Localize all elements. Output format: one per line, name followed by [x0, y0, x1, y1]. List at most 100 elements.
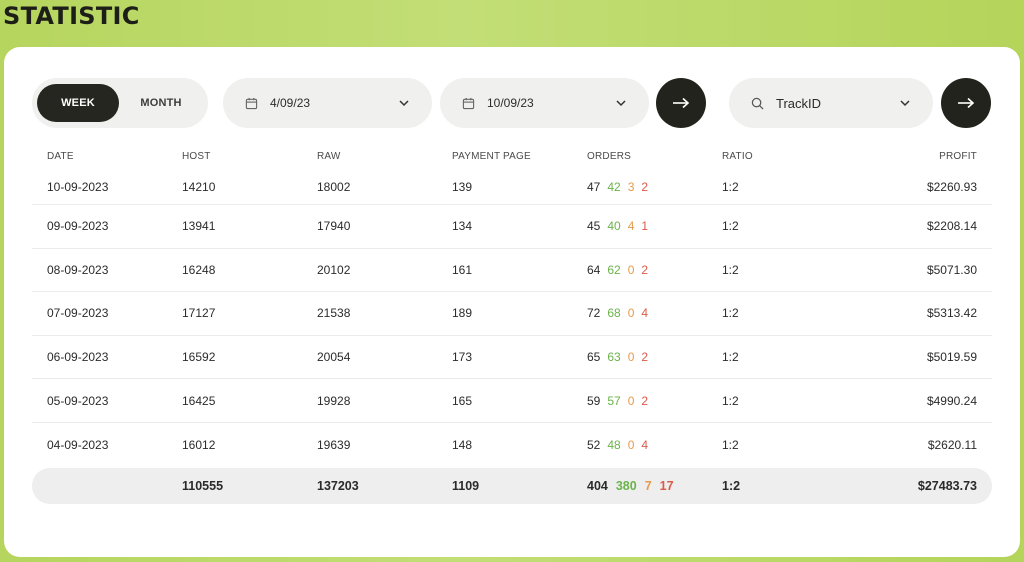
chevron-down-icon [899, 97, 911, 109]
orders-orange: 7 [644, 479, 652, 493]
cell-profit: $5019.59 [926, 350, 977, 365]
total-payment-page: 1109 [452, 479, 480, 493]
cell-host: 16592 [182, 350, 216, 365]
column-header-profit: PROFIT [939, 151, 977, 162]
cell-payment-page: 139 [452, 179, 473, 194]
cell-ratio: 1:2 [722, 262, 739, 277]
cell-profit: $5313.42 [926, 306, 977, 321]
chevron-down-icon [398, 97, 410, 109]
cell-ratio: 1:2 [722, 437, 739, 452]
month-button[interactable]: MONTH [119, 84, 203, 122]
chevron-down-icon [615, 97, 627, 109]
orders-orange: 4 [627, 219, 635, 234]
table-header: DATE HOST RAW PAYMENT PAGE ORDERS RATIO … [32, 151, 992, 169]
orders-green: 48 [607, 437, 621, 452]
orders-total: 404 [587, 479, 608, 493]
table-row: 05-09-2023 16425 19928 165 59 57 0 2 1:2 $4990.24 [32, 379, 992, 423]
search-icon [751, 97, 764, 110]
orders-orange: 0 [627, 306, 635, 321]
arrow-right-icon [957, 97, 975, 109]
total-ratio: 1:2 [722, 479, 741, 493]
cell-host: 16425 [182, 393, 216, 408]
cell-host: 16012 [182, 437, 216, 452]
week-button[interactable]: WEEK [37, 84, 119, 122]
orders-orange: 0 [627, 393, 635, 408]
total-profit: $27483.73 [917, 479, 977, 493]
period-toggle: WEEK MONTH [32, 78, 208, 128]
orders-red: 1 [641, 219, 649, 234]
orders-total: 52 [587, 437, 601, 452]
cell-orders: 64 62 0 2 [587, 249, 655, 292]
cell-orders: 59 57 0 2 [587, 379, 655, 422]
orders-orange: 0 [627, 262, 635, 277]
cell-profit: $2208.14 [926, 219, 977, 234]
apply-trackid-button[interactable] [941, 78, 991, 128]
cell-date: 10-09-2023 [47, 179, 109, 194]
total-raw: 137203 [317, 479, 359, 493]
cell-orders: 45 40 4 1 [587, 205, 655, 248]
cell-raw: 20102 [317, 262, 351, 277]
apply-date-button[interactable] [656, 78, 706, 128]
total-host: 110555 [182, 479, 224, 493]
orders-red: 2 [641, 350, 649, 365]
orders-total: 59 [587, 393, 601, 408]
totals-row: 110555 137203 1109 404 380 7 17 1:2 $274… [32, 468, 992, 504]
orders-total: 65 [587, 350, 601, 365]
cell-ratio: 1:2 [722, 350, 739, 365]
trackid-value: TrackID [776, 95, 822, 111]
orders-orange: 0 [627, 350, 635, 365]
page-title: STATISTIC [3, 2, 140, 30]
cell-date: 07-09-2023 [47, 306, 109, 321]
column-header-raw: RAW [317, 151, 341, 162]
cell-payment-page: 148 [452, 437, 473, 452]
cell-payment-page: 165 [452, 393, 473, 408]
cell-ratio: 1:2 [722, 393, 739, 408]
cell-payment-page: 134 [452, 219, 473, 234]
statistics-card: WEEK MONTH 4/09/23 10/09/23 TrackID DATE… [4, 47, 1020, 557]
cell-profit: $5071.30 [926, 262, 977, 277]
cell-date: 04-09-2023 [47, 437, 109, 452]
orders-green: 63 [607, 350, 621, 365]
trackid-select[interactable]: TrackID [729, 78, 933, 128]
cell-orders: 52 48 0 4 [587, 423, 655, 467]
cell-orders: 47 42 3 2 [587, 169, 655, 204]
date-to-value: 10/09/23 [487, 96, 534, 110]
date-from-value: 4/09/23 [270, 96, 311, 110]
table-row: 10-09-2023 14210 18002 139 47 42 3 2 1:2 $2260.93 [32, 169, 992, 205]
date-from-picker[interactable]: 4/09/23 [223, 78, 432, 128]
orders-red: 4 [641, 437, 649, 452]
statistics-table: DATE HOST RAW PAYMENT PAGE ORDERS RATIO … [32, 151, 992, 467]
column-header-orders: ORDERS [587, 151, 631, 162]
orders-green: 57 [607, 393, 621, 408]
orders-green: 62 [607, 262, 621, 277]
cell-raw: 19928 [317, 393, 351, 408]
cell-host: 16248 [182, 262, 216, 277]
cell-ratio: 1:2 [722, 179, 739, 194]
column-header-date: DATE [47, 151, 74, 162]
orders-red: 2 [641, 262, 649, 277]
filter-bar: WEEK MONTH 4/09/23 10/09/23 TrackID [4, 78, 1020, 128]
date-to-picker[interactable]: 10/09/23 [440, 78, 649, 128]
orders-total: 47 [587, 179, 601, 194]
table-row: 04-09-2023 16012 19639 148 52 48 0 4 1:2 $2620.11 [32, 423, 992, 467]
cell-host: 13941 [182, 219, 216, 234]
cell-payment-page: 189 [452, 306, 473, 321]
cell-raw: 18002 [317, 179, 351, 194]
orders-orange: 3 [627, 179, 635, 194]
cell-date: 06-09-2023 [47, 350, 109, 365]
table-row: 06-09-2023 16592 20054 173 65 63 0 2 1:2 $5019.59 [32, 336, 992, 380]
orders-red: 4 [641, 306, 649, 321]
orders-red: 17 [659, 479, 674, 493]
orders-green: 42 [607, 179, 621, 194]
cell-host: 17127 [182, 306, 216, 321]
cell-profit: $2620.11 [927, 437, 977, 452]
cell-date: 09-09-2023 [47, 219, 109, 234]
cell-profit: $2260.93 [926, 179, 977, 194]
cell-payment-page: 161 [452, 262, 473, 277]
calendar-icon [245, 97, 258, 110]
orders-orange: 0 [627, 437, 635, 452]
orders-total: 64 [587, 262, 601, 277]
cell-ratio: 1:2 [722, 306, 739, 321]
orders-green: 40 [607, 219, 621, 234]
orders-total: 72 [587, 306, 601, 321]
